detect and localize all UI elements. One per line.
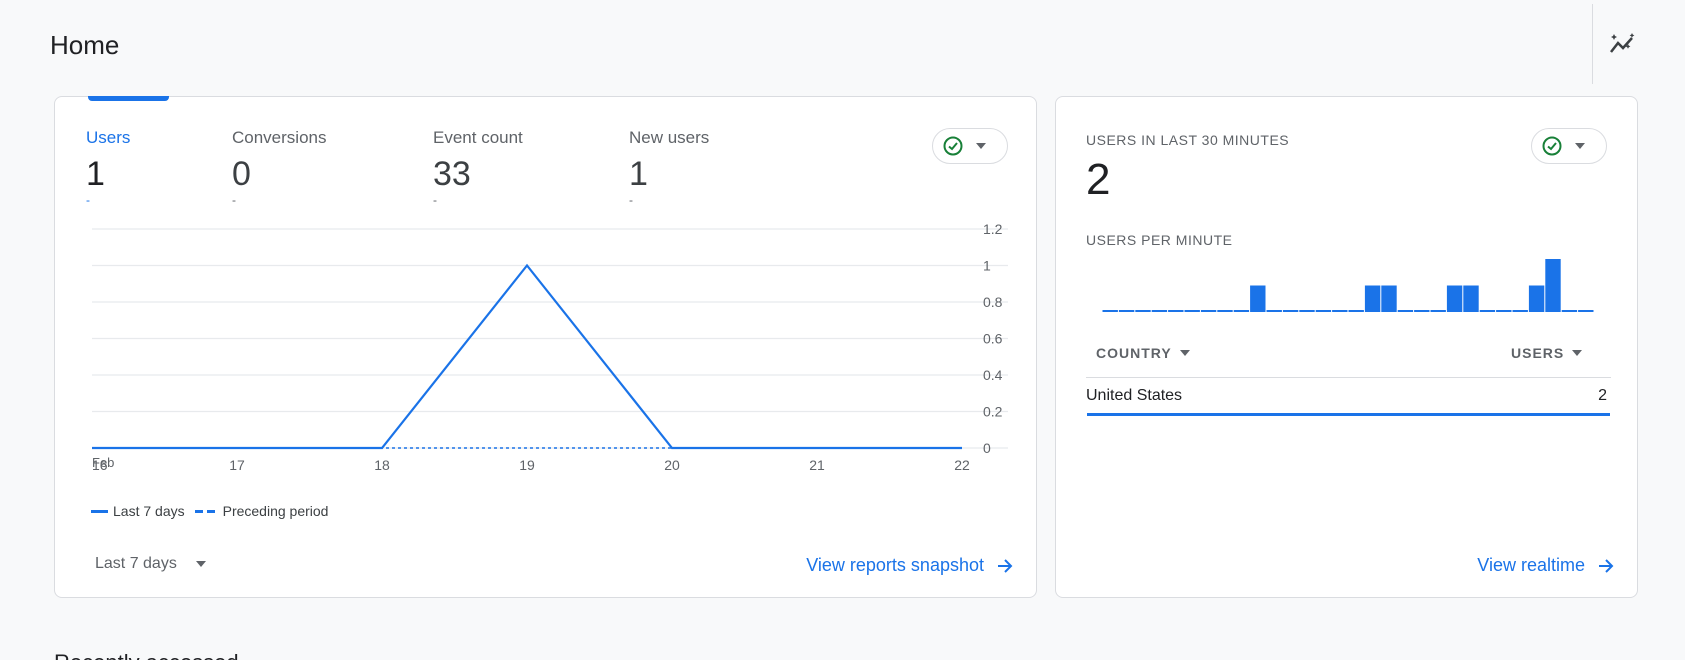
y-tick-label: 1	[983, 258, 991, 274]
country-cell: United States	[1086, 387, 1183, 404]
legend-label-current: Last 7 days	[113, 503, 185, 519]
users-per-minute-title: USERS PER MINUTE	[1086, 232, 1233, 248]
legend-label-previous: Preceding period	[222, 503, 329, 519]
minute-bar[interactable]	[1168, 310, 1184, 312]
x-tick-label: 17	[229, 457, 245, 473]
x-axis-month-label: Feb	[92, 455, 115, 470]
realtime-card: USERS IN LAST 30 MINUTES 2 USERS PER MIN…	[1055, 96, 1638, 598]
view-reports-snapshot-link[interactable]: View reports snapshot	[806, 555, 1014, 576]
minute-bar[interactable]	[1348, 310, 1364, 312]
minute-bar[interactable]	[1381, 285, 1397, 313]
caret-down-icon	[1572, 350, 1583, 356]
x-tick-label: 18	[374, 457, 390, 473]
minute-bar[interactable]	[1151, 310, 1168, 312]
caret-down-icon	[1575, 143, 1585, 149]
y-tick-label: 1.2	[983, 221, 1003, 237]
minute-bar[interactable]	[1463, 285, 1479, 313]
minute-bar[interactable]	[1430, 310, 1446, 312]
minute-bar[interactable]	[1118, 310, 1135, 312]
series-line-current	[92, 263, 962, 450]
minute-bar[interactable]	[1528, 285, 1545, 313]
minute-bar[interactable]	[1184, 310, 1200, 312]
minute-bar[interactable]	[1200, 310, 1217, 312]
y-tick-label: 0.2	[983, 404, 1003, 420]
arrow-right-icon	[1599, 558, 1614, 573]
x-tick-label: 22	[954, 457, 970, 473]
x-tick-label: 20	[664, 457, 680, 473]
users-per-minute-chart	[1102, 259, 1594, 313]
y-tick-label: 0	[983, 440, 991, 456]
header-divider	[1592, 4, 1593, 84]
recently-accessed-heading: Recently accessed	[54, 650, 239, 660]
minute-bar[interactable]	[1282, 310, 1299, 312]
country-column-header[interactable]: COUNTRY	[1096, 345, 1190, 361]
realtime-value: 2	[1086, 155, 1111, 204]
users-line-chart: 00.20.40.60.811.216 17 18 19 20 21 22	[92, 221, 1008, 473]
minute-bar[interactable]	[1578, 310, 1594, 312]
auto-insights-button[interactable]	[1602, 24, 1642, 64]
minute-bar[interactable]	[1332, 310, 1348, 312]
minute-bar[interactable]	[1512, 310, 1528, 312]
column-label: COUNTRY	[1096, 345, 1172, 361]
overview-card: Users 1 - Conversions 0 - Event count 33…	[54, 96, 1037, 598]
column-label: USERS	[1511, 345, 1565, 361]
link-label: View realtime	[1477, 555, 1585, 575]
x-tick-label: 19	[519, 457, 535, 473]
users-cell: 2	[1598, 387, 1607, 404]
y-tick-label: 0.6	[983, 331, 1003, 347]
minute-bar[interactable]	[1496, 310, 1512, 312]
date-range-selector[interactable]: Last 7 days	[95, 555, 207, 573]
legend-swatch-current	[91, 509, 108, 513]
x-tick-label: 21	[809, 457, 825, 473]
page-title: Home	[50, 30, 120, 60]
realtime-data-quality-dropdown[interactable]	[1531, 128, 1607, 164]
minute-bar[interactable]	[1266, 310, 1282, 312]
minute-bar[interactable]	[1561, 310, 1578, 312]
minute-bar[interactable]	[1102, 310, 1118, 312]
minute-bar[interactable]	[1250, 285, 1266, 313]
users-column-header[interactable]: USERS	[1511, 345, 1583, 361]
minute-bar[interactable]	[1217, 310, 1233, 312]
minute-bar[interactable]	[1397, 310, 1414, 312]
table-divider	[1086, 377, 1611, 378]
y-tick-label: 0.8	[983, 294, 1003, 310]
y-tick-label: 0.4	[983, 367, 1003, 383]
country-share-bar	[1087, 413, 1610, 416]
minute-bar[interactable]	[1135, 310, 1151, 312]
check-circle-icon	[1542, 136, 1562, 156]
view-realtime-link[interactable]: View realtime	[1477, 555, 1615, 576]
realtime-title: USERS IN LAST 30 MINUTES	[1086, 132, 1290, 148]
minute-bar[interactable]	[1299, 310, 1315, 312]
minute-bar[interactable]	[1315, 310, 1332, 312]
date-range-label: Last 7 days	[95, 555, 177, 572]
minute-bar[interactable]	[1446, 285, 1463, 313]
caret-down-icon	[195, 561, 206, 567]
minute-bar[interactable]	[1233, 310, 1250, 312]
arrow-right-icon	[998, 558, 1013, 573]
minute-bar[interactable]	[1414, 310, 1430, 312]
chart-legend: Last 7 days Preceding period	[91, 503, 328, 519]
caret-down-icon	[1179, 350, 1190, 356]
minute-bar[interactable]	[1479, 310, 1496, 312]
legend-swatch-previous	[194, 509, 215, 513]
link-label: View reports snapshot	[806, 555, 984, 575]
minute-bar[interactable]	[1545, 259, 1561, 312]
minute-bar[interactable]	[1364, 285, 1381, 313]
auto-insights-icon	[1610, 33, 1635, 53]
